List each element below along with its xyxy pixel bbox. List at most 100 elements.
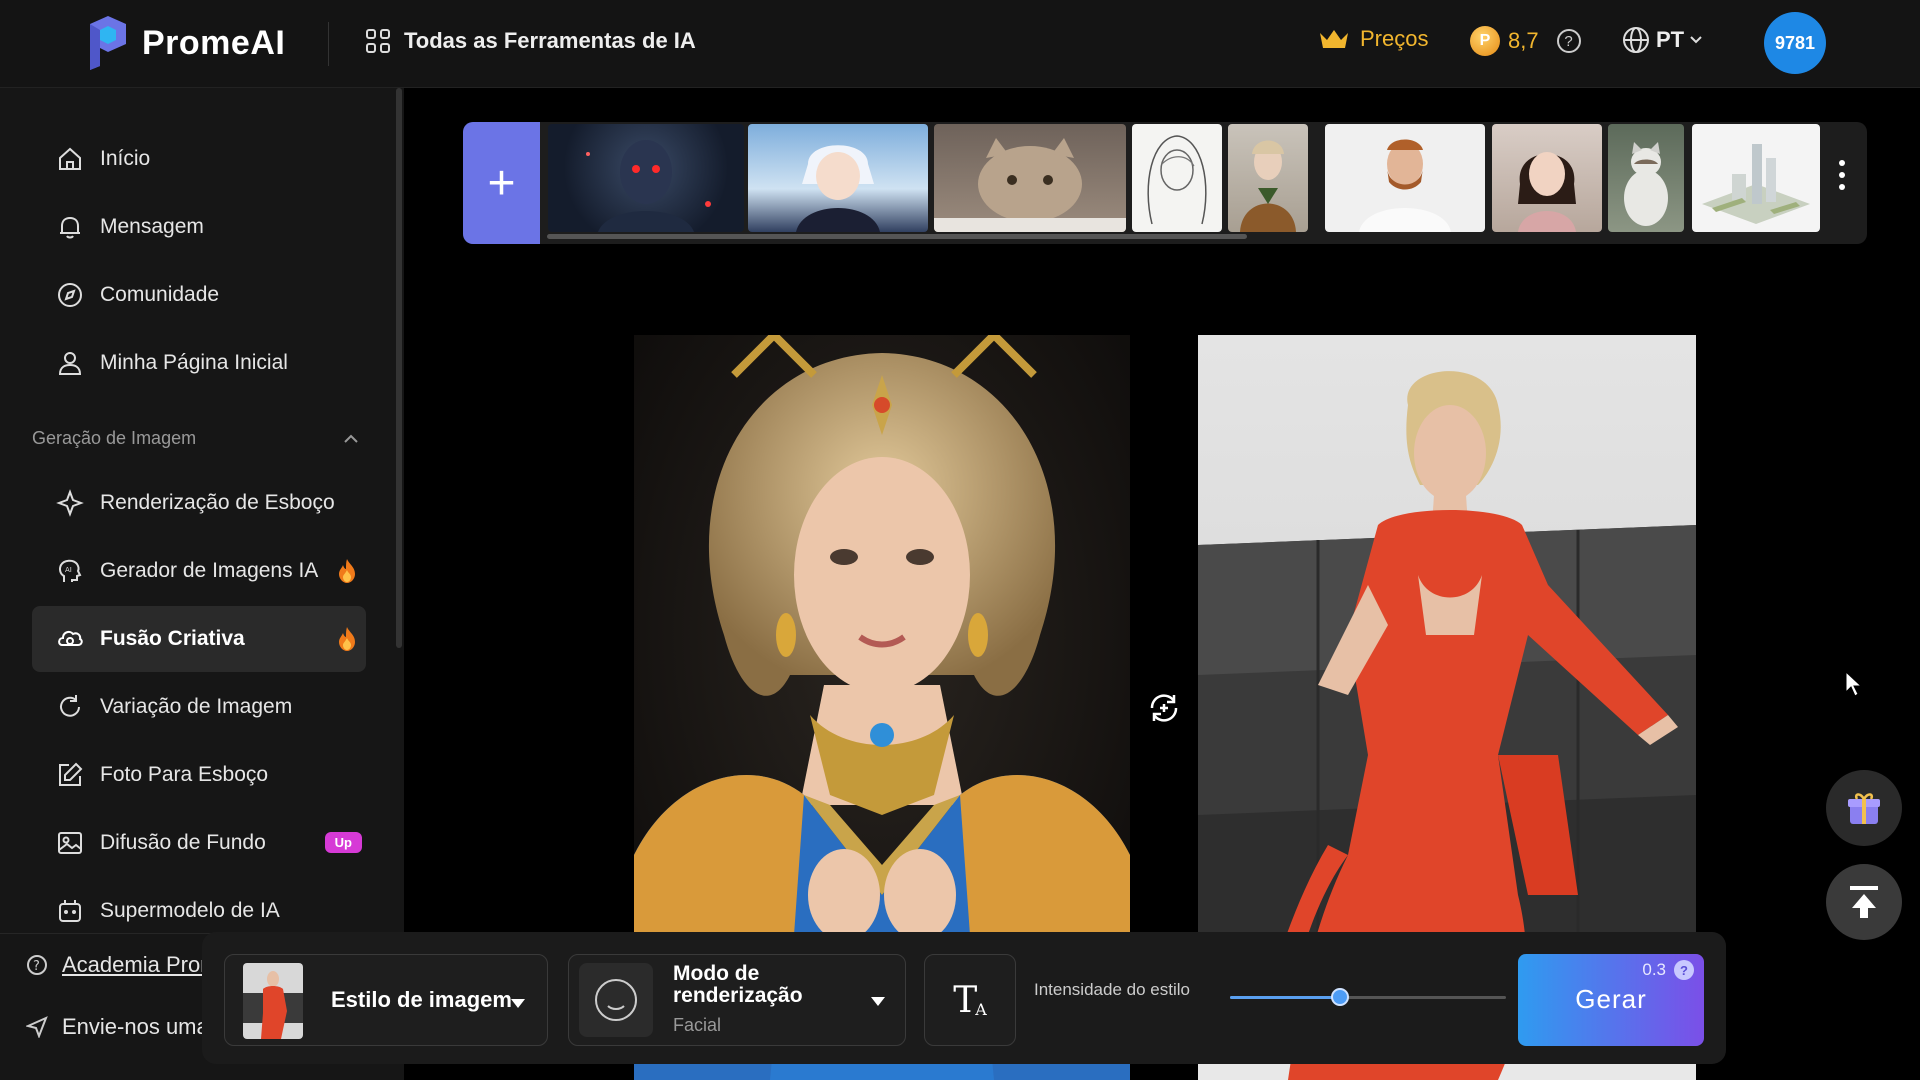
style-intensity-slider[interactable] <box>1230 988 1506 1006</box>
grid-icon <box>366 29 390 53</box>
credits-value: 8,7 <box>1508 28 1539 53</box>
globe-icon <box>1623 27 1649 53</box>
svg-text:AI: AI <box>65 566 72 574</box>
send-icon <box>26 1016 48 1038</box>
thumb-anime-white-hair[interactable] <box>748 124 928 232</box>
sidebar-item-variacao-imagem[interactable]: Variação de Imagem <box>32 674 366 740</box>
sidebar-item-foto-esboco[interactable]: Foto Para Esboço <box>32 742 366 808</box>
academy-link[interactable]: ? Academia Prom <box>26 952 219 978</box>
pricing-link[interactable]: Preços <box>1318 26 1428 52</box>
language-selector[interactable]: PT <box>1622 26 1702 54</box>
more-options-icon[interactable] <box>1839 160 1845 190</box>
strip-scrollbar[interactable] <box>547 234 1247 239</box>
style-intensity-label: Intensidade do estilo <box>1034 980 1190 999</box>
all-tools-link[interactable]: Todas as Ferramentas de IA <box>366 28 696 54</box>
top-header: PromeAI Todas as Ferramentas de IA Preço… <box>0 0 1920 88</box>
compass-icon <box>56 281 84 309</box>
sidebar-item-label: Foto Para Esboço <box>100 763 269 786</box>
sidebar-item-minha-pagina[interactable]: Minha Página Inicial <box>32 330 366 396</box>
section-toggle-image-generation[interactable]: Geração de Imagem <box>32 428 366 449</box>
sidebar-item-label: Comunidade <box>100 283 220 306</box>
dropdown-caret-icon <box>871 997 885 1006</box>
sidebar-scrollbar[interactable] <box>396 88 402 648</box>
academy-label: Academia Prom <box>62 952 219 977</box>
scroll-top-button[interactable] <box>1826 864 1902 940</box>
reference-image-strip: + <box>463 122 1867 244</box>
refresh-icon <box>56 693 84 721</box>
sidebar-item-comunidade[interactable]: Comunidade <box>32 262 366 328</box>
slider-fill <box>1230 996 1340 999</box>
fusion-icon <box>56 625 84 653</box>
home-icon <box>56 145 84 173</box>
thumb-dark-fantasy-warrior[interactable] <box>548 124 744 232</box>
sidebar-item-label: Supermodelo de IA <box>100 899 280 922</box>
render-mode-title: Modo de renderização <box>673 962 803 1007</box>
sidebar-item-label: Gerador de Imagens IA <box>100 559 319 582</box>
user-icon <box>56 349 84 377</box>
fire-icon <box>339 627 355 651</box>
image-style-selector[interactable]: Estilo de imagem <box>224 954 548 1046</box>
swap-images-icon[interactable] <box>1146 690 1182 726</box>
edit-icon <box>56 761 84 789</box>
text-tool-subscript: A <box>975 999 987 1019</box>
thumb-child[interactable] <box>1492 124 1602 232</box>
thumb-cat-sitting[interactable] <box>1608 124 1684 232</box>
text-prompt-button[interactable]: T A <box>924 954 1016 1046</box>
sidebar-item-label: Minha Página Inicial <box>100 351 288 374</box>
face-icon <box>579 963 653 1037</box>
thumb-sketch-girl[interactable] <box>1132 124 1222 232</box>
sidebar-item-renderizacao-esboco[interactable]: Renderização de Esboço <box>32 470 366 536</box>
sidebar-item-label: Difusão de Fundo <box>100 831 266 854</box>
sparkle-icon <box>56 489 84 517</box>
thumb-cat[interactable] <box>934 124 1126 232</box>
svg-text:?: ? <box>33 959 40 974</box>
sidebar-item-fusao-criativa[interactable]: Fusão Criativa <box>32 606 366 672</box>
promeai-logo-icon <box>90 16 126 70</box>
image-icon <box>56 829 84 857</box>
logo[interactable]: PromeAI <box>86 14 285 72</box>
style-thumbnail <box>243 963 303 1039</box>
user-avatar[interactable]: 9781 <box>1764 12 1826 74</box>
crown-icon <box>1320 30 1348 48</box>
pricing-label: Preços <box>1360 26 1429 51</box>
thumb-city-model[interactable] <box>1692 124 1820 232</box>
thumb-woman-coat[interactable] <box>1228 124 1308 232</box>
credits-help-icon[interactable]: ? <box>1556 29 1581 53</box>
add-image-button[interactable]: + <box>463 122 540 244</box>
feedback-label: Envie-nos uma <box>62 1014 209 1039</box>
dropdown-caret-icon <box>511 999 525 1008</box>
generate-cost: 0.3 <box>1642 960 1666 979</box>
mouse-cursor-icon <box>1845 670 1863 697</box>
generate-button[interactable]: 0.3 ? Gerar <box>1518 954 1704 1046</box>
image-style-label: Estilo de imagem <box>331 987 512 1012</box>
gift-button[interactable] <box>1826 770 1902 846</box>
chevron-down-icon <box>1690 36 1702 44</box>
credits-display[interactable]: P 8,7 ? <box>1470 26 1581 56</box>
logo-text: PromeAI <box>142 23 286 62</box>
sidebar-item-label: Fusão Criativa <box>100 627 245 650</box>
chevron-up-icon <box>344 434 358 443</box>
sidebar-item-mensagem[interactable]: Mensagem <box>32 194 366 260</box>
render-mode-value: Facial <box>673 1015 722 1035</box>
robot-icon <box>56 897 84 925</box>
sidebar-item-difusao-fundo[interactable]: Difusão de Fundo Up <box>32 810 366 876</box>
slider-handle[interactable] <box>1331 988 1349 1006</box>
sidebar-item-inicio[interactable]: Início <box>32 126 366 192</box>
sidebar-item-gerador-imagens[interactable]: AI Gerador de Imagens IA <box>32 538 366 604</box>
fire-icon <box>339 559 355 583</box>
generation-control-bar: Estilo de imagem Modo de renderização Fa… <box>202 932 1726 1064</box>
generate-help-icon[interactable]: ? <box>1674 960 1694 980</box>
render-mode-selector[interactable]: Modo de renderização Facial <box>568 954 906 1046</box>
gift-icon <box>1848 793 1880 824</box>
generate-label: Gerar <box>1575 984 1647 1014</box>
section-title: Geração de Imagem <box>32 428 197 448</box>
sidebar-item-label: Início <box>100 147 151 170</box>
thumb-bearded-man[interactable] <box>1325 124 1485 232</box>
ai-head-icon: AI <box>56 557 84 585</box>
feedback-link[interactable]: Envie-nos uma <box>26 1014 209 1040</box>
text-tool-icon: T <box>953 979 978 1021</box>
coin-icon: P <box>1470 26 1500 56</box>
up-badge: Up <box>324 832 362 853</box>
header-divider <box>328 22 329 66</box>
sidebar-item-label: Renderização de Esboço <box>100 491 335 514</box>
